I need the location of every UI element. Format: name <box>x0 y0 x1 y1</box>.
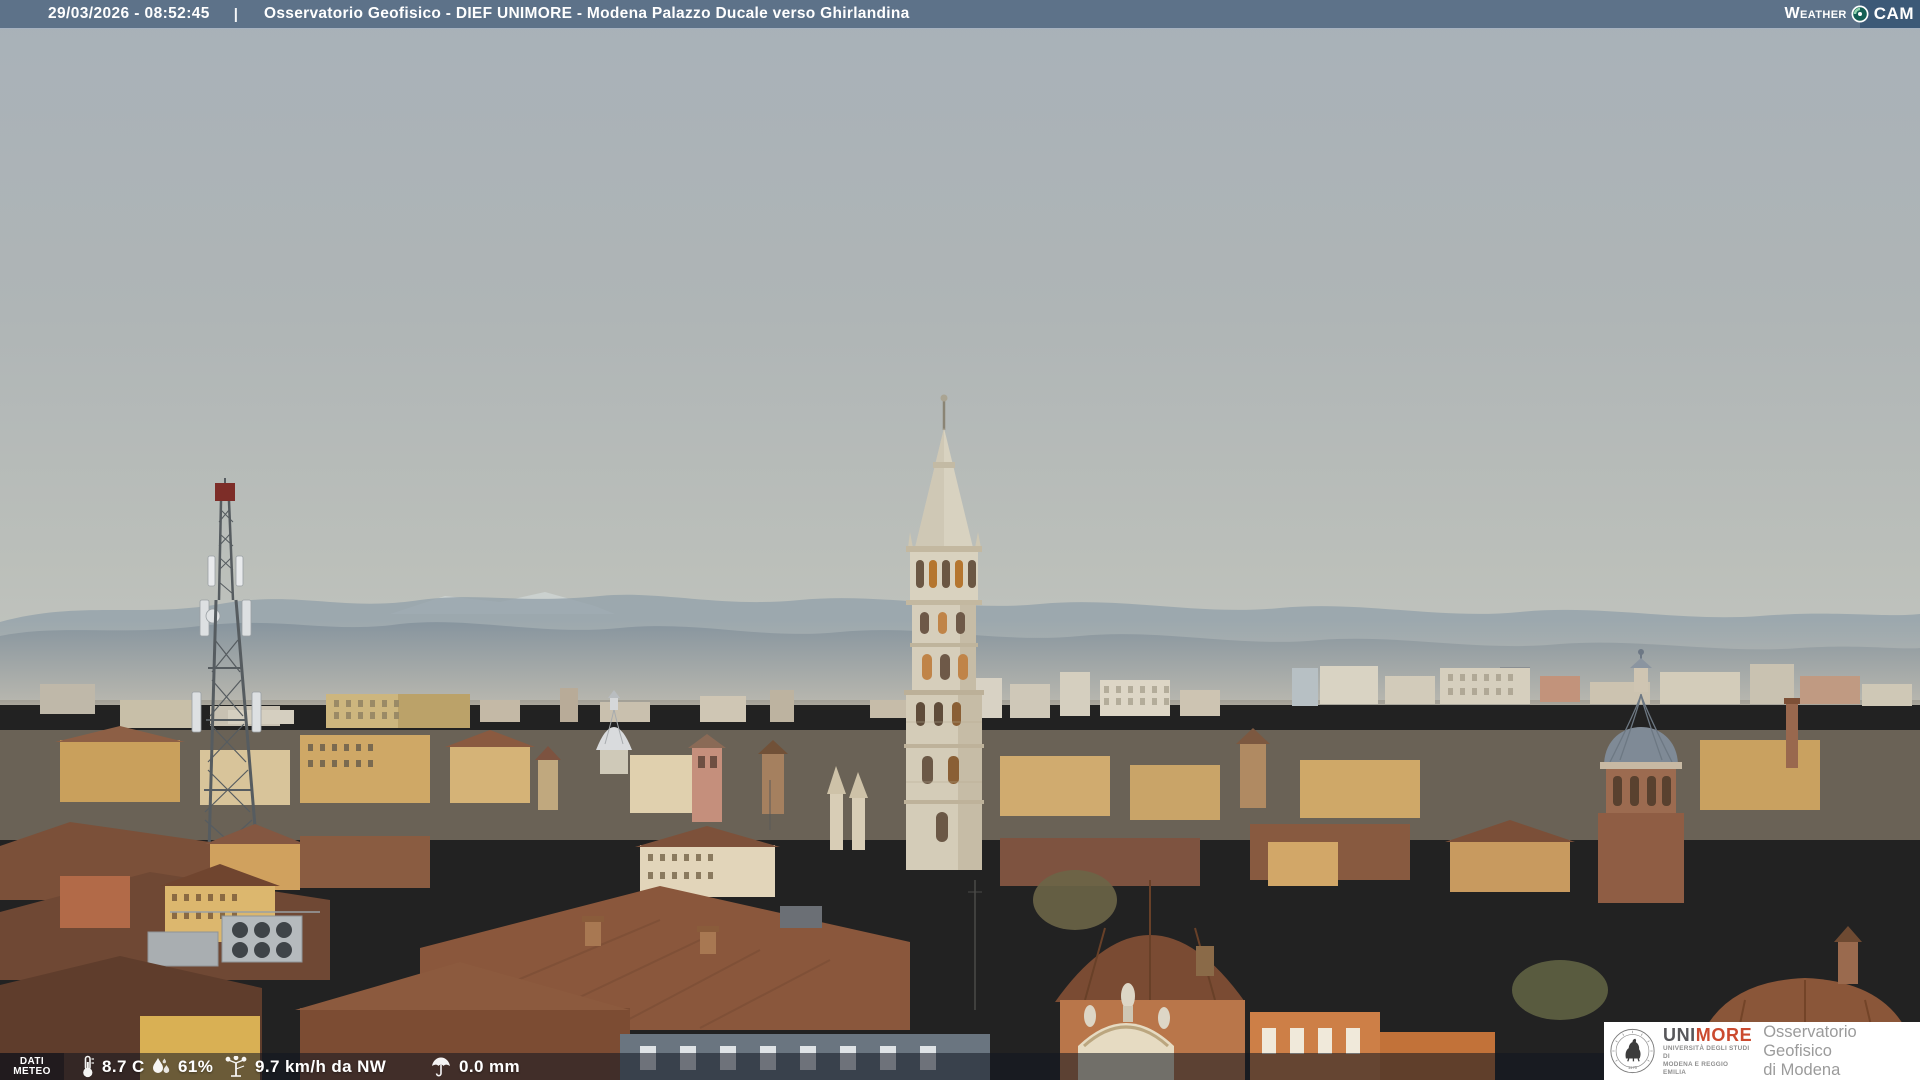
unimore-more: MORE <box>1695 1025 1753 1045</box>
rain-metric: 0.0 mm <box>430 1053 520 1080</box>
dati-meteo-label: DATI METEO <box>0 1053 64 1080</box>
webcam-frame: 29/03/2026 - 08:52:45 | Osservatorio Geo… <box>0 0 1920 1080</box>
weathercam-lens-icon <box>1851 5 1869 23</box>
anemometer-icon <box>225 1055 247 1077</box>
observatory-line1: Osservatorio Geofisico <box>1763 1022 1857 1060</box>
unimore-seal-icon: 1175 <box>1610 1028 1655 1074</box>
humidity-value: 61% <box>178 1056 214 1076</box>
weathercam-logo-cam: CAM <box>1859 0 1920 28</box>
seal-year: 1175 <box>1628 1065 1638 1070</box>
rain-value: 0.0 mm <box>459 1056 520 1076</box>
unimore-uni: UNI <box>1662 1025 1696 1045</box>
dati-meteo-line1: DATI <box>19 1055 45 1067</box>
humidity-metric: 61% <box>150 1053 213 1080</box>
temperature-value: 8.7 C <box>102 1056 145 1076</box>
wind-metric: 9.7 km/h da NW <box>224 1053 386 1080</box>
unimore-wordmark-block: UNIMORE UNIVERSITÀ DEGLI STUDI DI MODENA… <box>1663 1026 1753 1076</box>
humidity-drops-icon <box>153 1057 170 1073</box>
wind-value: 9.7 km/h da NW <box>255 1056 387 1076</box>
weathercam-logo-word: Weather <box>1784 5 1847 22</box>
page-title: Osservatorio Geofisico - DIEF UNIMORE - … <box>264 5 910 22</box>
university-line1: UNIVERSITÀ DEGLI STUDI DI <box>1662 1045 1750 1060</box>
weathercam-logo: Weather CAM <box>1784 0 1920 28</box>
temperature-metric: 8.7 C <box>80 1053 145 1080</box>
thermometer-icon <box>83 1055 94 1078</box>
observatory-name: Osservatorio Geofisico di Modena <box>1763 1023 1920 1080</box>
umbrella-icon <box>432 1057 450 1077</box>
header-bar: 29/03/2026 - 08:52:45 | Osservatorio Geo… <box>0 0 1920 29</box>
unimore-wordmark: UNIMORE <box>1663 1026 1753 1044</box>
cityscape-photo <box>0 0 1920 1080</box>
observatory-line2: di Modena <box>1763 1060 1841 1079</box>
timestamp: 29/03/2026 - 08:52:45 <box>48 5 210 22</box>
university-line2: MODENA E REGGIO EMILIA <box>1662 1061 1729 1076</box>
header-separator: | <box>233 5 238 23</box>
unimore-credits-box: 1175 UNIMORE UNIVERSITÀ DEGLI STUDI DI M… <box>1604 1022 1920 1080</box>
dati-meteo-line2: METEO <box>13 1065 51 1077</box>
